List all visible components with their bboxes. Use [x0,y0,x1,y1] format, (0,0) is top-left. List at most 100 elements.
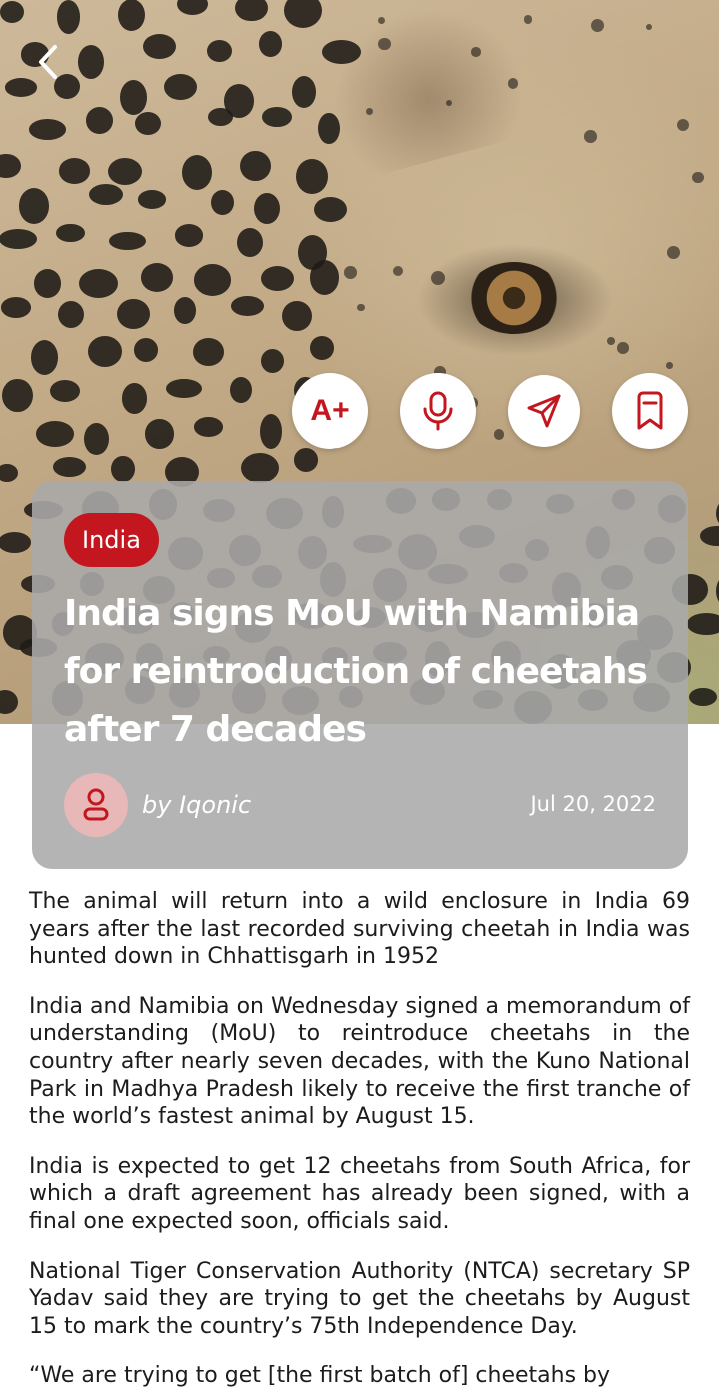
cheetah-spot [295,158,328,195]
cheetah-spot [194,264,232,296]
article-paragraph: National Tiger Conservation Authority (N… [29,1258,690,1339]
cheetah-spot [211,190,234,216]
cheetah-spot [117,299,150,330]
cheetah-spot [0,228,38,249]
cheetah-spot [692,171,705,184]
cheetah-spot [174,224,203,247]
cheetah-spot [356,303,365,312]
cheetah-spot [135,111,162,136]
share-button[interactable] [508,375,580,447]
author-name[interactable]: by Iqonic [142,787,251,823]
text-size-icon: A+ [310,394,350,427]
cheetah-spot [283,0,323,29]
cheetah-spot [0,153,21,179]
cheetah-spot [207,40,232,63]
cheetah-spot [0,689,19,715]
cheetah-spot [262,107,292,128]
cheetah-spot [19,187,50,224]
cheetah-spot [134,337,159,362]
cheetah-spot [260,413,283,450]
cheetah-spot [240,452,279,483]
cheetah-spot [281,300,312,331]
cheetah-spot [645,23,653,30]
cheetah-spot [231,296,265,316]
cheetah-spot [229,376,252,403]
cheetah-spot [57,300,85,329]
cheetah-spot [236,227,263,258]
article-paragraph: “We are trying to get [the first batch o… [29,1363,611,1389]
cheetah-spot [317,112,340,145]
cheetah-spot [0,532,32,553]
hero-image-eye [466,262,562,334]
cheetah-spot [166,379,202,399]
cheetah-spot [584,130,597,143]
cheetah-spot [85,106,113,134]
cheetah-spot [193,417,223,437]
cheetah-spot [28,119,66,140]
text-size-button[interactable]: A+ [292,373,368,449]
cheetah-spot [0,296,32,318]
cheetah-spot [667,246,680,259]
cheetah-spot [365,107,373,115]
cheetah-spot [259,31,282,57]
cheetah-spot [523,15,533,24]
cheetah-spot [87,336,123,367]
cheetah-spot [36,421,74,447]
cheetah-spot [108,231,146,251]
bookmark-button[interactable] [612,373,688,449]
cheetah-spot [239,150,271,182]
cheetah-spot [493,428,505,440]
cheetah-spot [56,0,81,34]
cheetah-spot [108,158,143,186]
category-badge[interactable]: India [64,513,159,567]
send-icon [527,394,561,428]
article-body: The animal will return into a wild enclo… [29,888,690,1396]
cheetah-spot [260,266,294,292]
cheetah-spot [253,192,280,224]
cheetah-spot [30,339,58,375]
cheetah-spot [177,0,209,16]
bookmark-icon [637,391,663,430]
cheetah-spot [121,383,148,415]
cheetah-spot [291,75,316,108]
cheetah-spot [117,0,145,31]
cheetah-spot [0,463,19,483]
cheetah-spot [182,154,213,191]
cheetah-spot [83,422,109,455]
cheetah-spot [590,19,604,33]
cheetah-spot [52,457,86,478]
cheetah-spot [33,269,61,298]
cheetah-spot [145,419,174,449]
cheetah-spot [50,379,80,402]
hero-image-ear [313,0,537,183]
publish-date: Jul 20, 2022 [530,792,656,816]
text-to-speech-button[interactable] [400,373,476,449]
cheetah-spot [56,223,86,243]
cheetah-spot [143,33,177,59]
cheetah-spot [699,525,719,547]
cheetah-spot [2,378,33,413]
cheetah-spot [0,0,24,24]
cheetah-spot [294,448,319,473]
article-paragraph: The animal will return into a wild enclo… [29,889,690,970]
article-title: India signs MoU with Namibia for reintro… [64,593,648,750]
cheetah-spot [77,44,104,79]
chevron-left-icon [39,45,57,79]
cheetah-spot [314,196,347,222]
back-button[interactable] [28,38,68,86]
cheetah-spot [344,266,357,279]
cheetah-spot [140,263,173,292]
cheetah-spot [677,118,690,131]
cheetah-spot [471,47,481,57]
cheetah-spot [321,40,361,65]
cheetah-spot [688,688,718,707]
cheetah-spot [119,79,147,115]
cheetah-spot [138,190,166,209]
cheetah-spot [193,338,225,366]
cheetah-spot [392,265,404,277]
cheetah-spot [58,158,91,185]
cheetah-spot [617,342,629,354]
cheetah-spot [686,613,719,635]
article-paragraph: India and Namibia on Wednesday signed a … [29,993,690,1130]
author-avatar[interactable] [64,773,128,837]
